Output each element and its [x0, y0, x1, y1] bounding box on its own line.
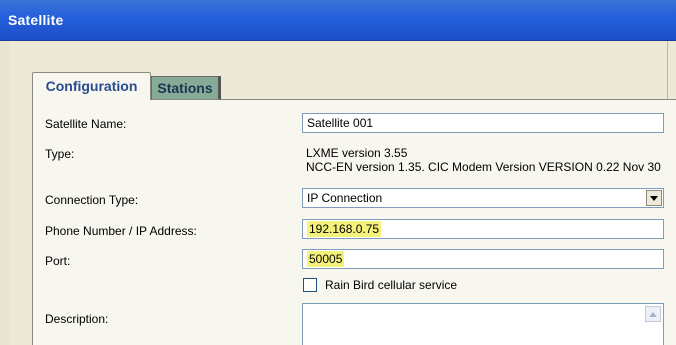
tab-configuration[interactable]: Configuration	[32, 72, 151, 100]
satellite-name-label: Satellite Name:	[45, 117, 127, 131]
port-input[interactable]: 50005	[302, 249, 664, 269]
port-value: 50005	[307, 251, 345, 267]
address-input[interactable]: 192.168.0.75	[302, 219, 664, 239]
connection-type-select[interactable]: IP Connection	[302, 188, 664, 208]
window-title: Satellite	[8, 12, 64, 28]
tab-stations-label: Stations	[157, 80, 213, 96]
port-label: Port:	[45, 254, 71, 268]
description-label: Description:	[45, 312, 109, 326]
scroll-up-icon[interactable]	[645, 306, 661, 322]
chevron-down-icon[interactable]	[646, 190, 662, 206]
tab-configuration-label: Configuration	[45, 78, 138, 94]
cellular-label[interactable]: Rain Bird cellular service	[325, 278, 457, 292]
satellite-name-value: Satellite 001	[307, 116, 374, 130]
type-value-line2: NCC-EN version 1.35. CIC Modem Version V…	[306, 160, 661, 174]
satellite-name-input[interactable]: Satellite 001	[302, 113, 664, 133]
tab-stations[interactable]: Stations	[151, 76, 221, 100]
type-label: Type:	[45, 147, 75, 161]
type-value-line1: LXME version 3.55	[306, 146, 408, 160]
window-titlebar[interactable]: Satellite	[0, 0, 676, 41]
connection-type-label: Connection Type:	[45, 193, 139, 207]
cellular-checkbox[interactable]	[303, 278, 317, 292]
address-value: 192.168.0.75	[307, 221, 382, 237]
description-textarea[interactable]	[302, 303, 664, 345]
panel-left-edge	[0, 41, 9, 345]
connection-type-value: IP Connection	[307, 191, 383, 205]
address-label: Phone Number / IP Address:	[45, 224, 197, 238]
